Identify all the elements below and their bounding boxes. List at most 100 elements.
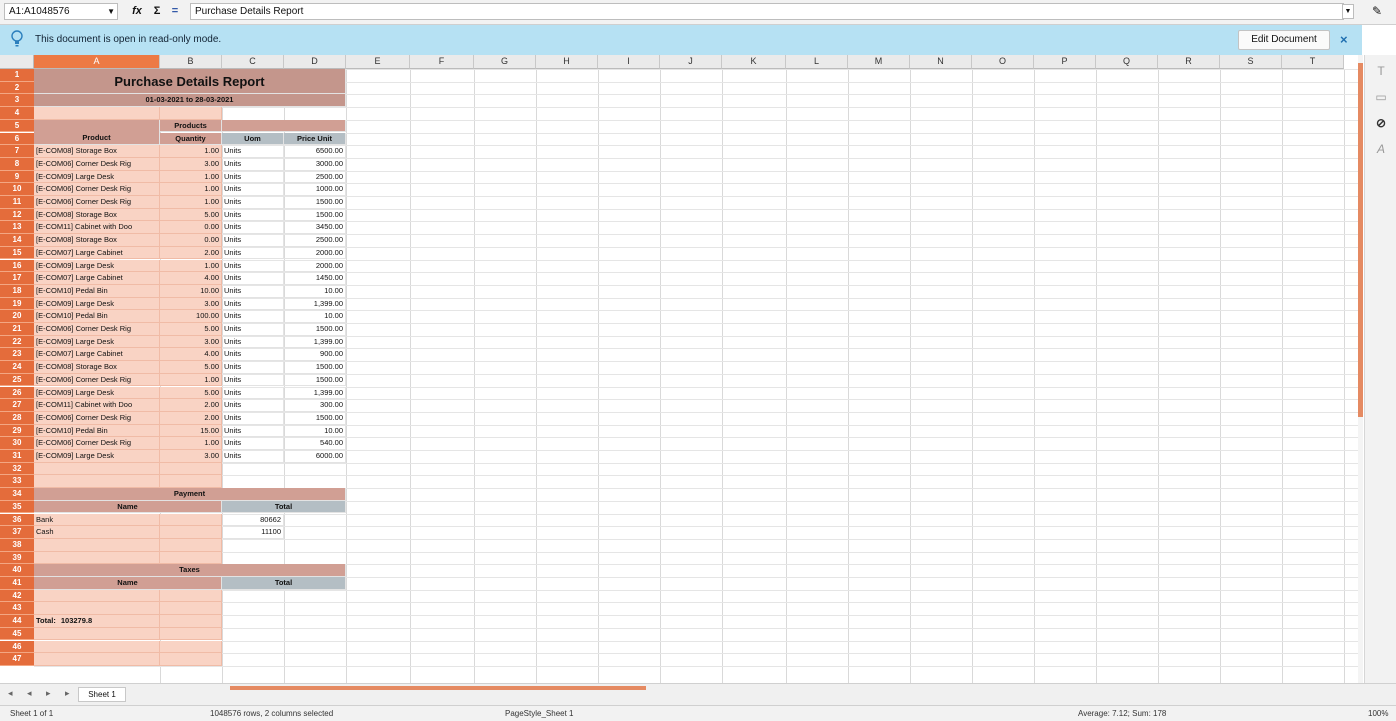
cell-selected[interactable] <box>34 551 160 565</box>
line-price[interactable]: 1500.00 <box>284 373 346 387</box>
row-header-42[interactable]: 42 <box>0 589 34 603</box>
row-header-33[interactable]: 33 <box>0 475 34 489</box>
cell-selected[interactable] <box>34 107 160 120</box>
column-header-j[interactable]: J <box>660 55 722 69</box>
line-product[interactable]: [E-COM06] Corner Desk Rig <box>34 196 160 209</box>
line-uom[interactable]: Units <box>222 335 284 349</box>
cell-selected[interactable] <box>34 589 160 603</box>
cell-selected[interactable] <box>160 589 222 603</box>
line-price[interactable]: 1500.00 <box>284 411 346 425</box>
line-uom[interactable]: Units <box>222 323 284 336</box>
taxes-section-title[interactable]: Taxes <box>34 564 346 577</box>
line-uom[interactable]: Units <box>222 272 284 285</box>
row-header-9[interactable]: 9 <box>0 170 34 184</box>
row-header-7[interactable]: 7 <box>0 145 34 158</box>
line-quantity[interactable]: 3.00 <box>160 297 222 311</box>
line-quantity[interactable]: 1.00 <box>160 170 222 184</box>
row-header-2[interactable]: 2 <box>0 81 34 95</box>
row-header-5[interactable]: 5 <box>0 119 34 133</box>
column-header-q[interactable]: Q <box>1096 55 1158 69</box>
line-uom[interactable]: Units <box>222 145 284 158</box>
cell-selected[interactable] <box>160 615 222 628</box>
column-header-m[interactable]: M <box>848 55 910 69</box>
line-uom[interactable]: Units <box>222 450 284 463</box>
line-uom[interactable]: Units <box>222 234 284 247</box>
line-quantity[interactable]: 3.00 <box>160 450 222 463</box>
row-header-16[interactable]: 16 <box>0 259 34 273</box>
row-header-1[interactable]: 1 <box>0 69 34 82</box>
line-price[interactable]: 900.00 <box>284 348 346 362</box>
line-price[interactable]: 10.00 <box>284 284 346 298</box>
line-uom[interactable]: Units <box>222 411 284 425</box>
line-price[interactable]: 1,399.00 <box>284 297 346 311</box>
line-quantity[interactable]: 0.00 <box>160 234 222 247</box>
line-price[interactable]: 1450.00 <box>284 272 346 285</box>
line-product[interactable]: [E-COM11] Cabinet with Doo <box>34 221 160 235</box>
line-price[interactable]: 2500.00 <box>284 234 346 247</box>
cell-selected[interactable] <box>160 602 222 616</box>
line-product[interactable]: [E-COM08] Storage Box <box>34 145 160 158</box>
line-price[interactable]: 1,399.00 <box>284 335 346 349</box>
line-quantity[interactable]: 4.00 <box>160 272 222 285</box>
row-header-37[interactable]: 37 <box>0 526 34 539</box>
line-quantity[interactable]: 1.00 <box>160 196 222 209</box>
line-product[interactable]: [E-COM10] Pedal Bin <box>34 310 160 323</box>
row-header-40[interactable]: 40 <box>0 564 34 577</box>
row-header-44[interactable]: 44 <box>0 615 34 628</box>
line-price[interactable]: 2000.00 <box>284 259 346 273</box>
line-price[interactable]: 1500.00 <box>284 323 346 336</box>
vertical-scroll-thumb[interactable] <box>1358 63 1363 417</box>
line-product[interactable]: [E-COM06] Corner Desk Rig <box>34 323 160 336</box>
line-quantity[interactable]: 1.00 <box>160 145 222 158</box>
line-price[interactable]: 1,399.00 <box>284 386 346 400</box>
line-product[interactable]: [E-COM06] Corner Desk Rig <box>34 411 160 425</box>
column-header-h[interactable]: H <box>536 55 598 69</box>
line-product[interactable]: [E-COM06] Corner Desk Rig <box>34 373 160 387</box>
styles-icon[interactable]: A <box>1373 141 1389 157</box>
cell-selected[interactable] <box>34 475 160 489</box>
cell-selected[interactable] <box>34 602 160 616</box>
line-price[interactable]: 6000.00 <box>284 450 346 463</box>
line-price[interactable]: 2500.00 <box>284 170 346 184</box>
column-header-p[interactable]: P <box>1034 55 1096 69</box>
row-header-39[interactable]: 39 <box>0 551 34 565</box>
row-header-22[interactable]: 22 <box>0 335 34 349</box>
payment-name[interactable]: Cash <box>34 526 160 539</box>
pencil-icon[interactable]: ✎ <box>1372 4 1382 18</box>
line-price[interactable]: 3450.00 <box>284 221 346 235</box>
line-product[interactable]: [E-COM06] Corner Desk Rig <box>34 183 160 196</box>
line-price[interactable]: 10.00 <box>284 424 346 438</box>
row-header-3[interactable]: 3 <box>0 94 34 108</box>
payment-total[interactable]: 11100 <box>222 526 284 539</box>
tab-navigation-arrows[interactable]: ◂ ◂ ▸ ▸ <box>8 688 76 699</box>
header-uom[interactable]: Uom <box>222 132 284 146</box>
line-product[interactable]: [E-COM08] Storage Box <box>34 208 160 222</box>
line-quantity[interactable]: 5.00 <box>160 208 222 222</box>
gallery-icon[interactable]: ▭ <box>1373 89 1389 105</box>
row-header-21[interactable]: 21 <box>0 323 34 336</box>
line-product[interactable]: [E-COM06] Corner Desk Rig <box>34 437 160 450</box>
header-quantity-line2[interactable]: Quantity <box>160 132 222 146</box>
row-header-12[interactable]: 12 <box>0 208 34 222</box>
row-header-41[interactable]: 41 <box>0 577 34 590</box>
line-quantity[interactable]: 1.00 <box>160 183 222 196</box>
line-quantity[interactable]: 3.00 <box>160 157 222 171</box>
line-price[interactable]: 1500.00 <box>284 361 346 374</box>
column-header-c[interactable]: C <box>222 55 284 69</box>
row-header-4[interactable]: 4 <box>0 107 34 120</box>
line-quantity[interactable]: 4.00 <box>160 348 222 362</box>
row-header-47[interactable]: 47 <box>0 653 34 666</box>
row-header-45[interactable]: 45 <box>0 627 34 641</box>
row-header-27[interactable]: 27 <box>0 399 34 412</box>
cell-selected[interactable] <box>160 513 222 527</box>
row-header-35[interactable]: 35 <box>0 500 34 514</box>
line-quantity[interactable]: 0.00 <box>160 221 222 235</box>
cell-selected[interactable] <box>160 538 222 552</box>
name-box[interactable]: A1:A1048576 ▼ <box>4 3 118 20</box>
column-header-e[interactable]: E <box>346 55 410 69</box>
properties-icon[interactable]: T <box>1373 63 1389 79</box>
row-header-6[interactable]: 6 <box>0 132 34 146</box>
row-header-8[interactable]: 8 <box>0 157 34 171</box>
line-uom[interactable]: Units <box>222 437 284 450</box>
row-header-28[interactable]: 28 <box>0 411 34 425</box>
